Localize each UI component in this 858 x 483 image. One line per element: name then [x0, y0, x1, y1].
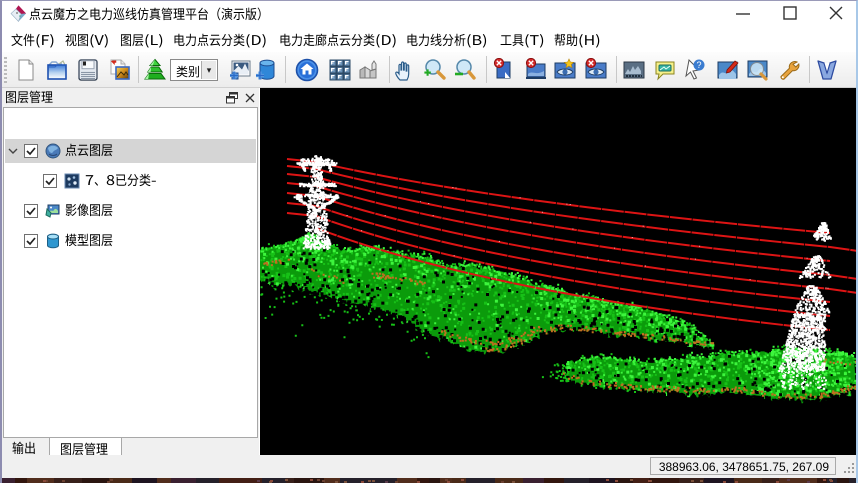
svg-text:?: ? — [696, 60, 701, 70]
